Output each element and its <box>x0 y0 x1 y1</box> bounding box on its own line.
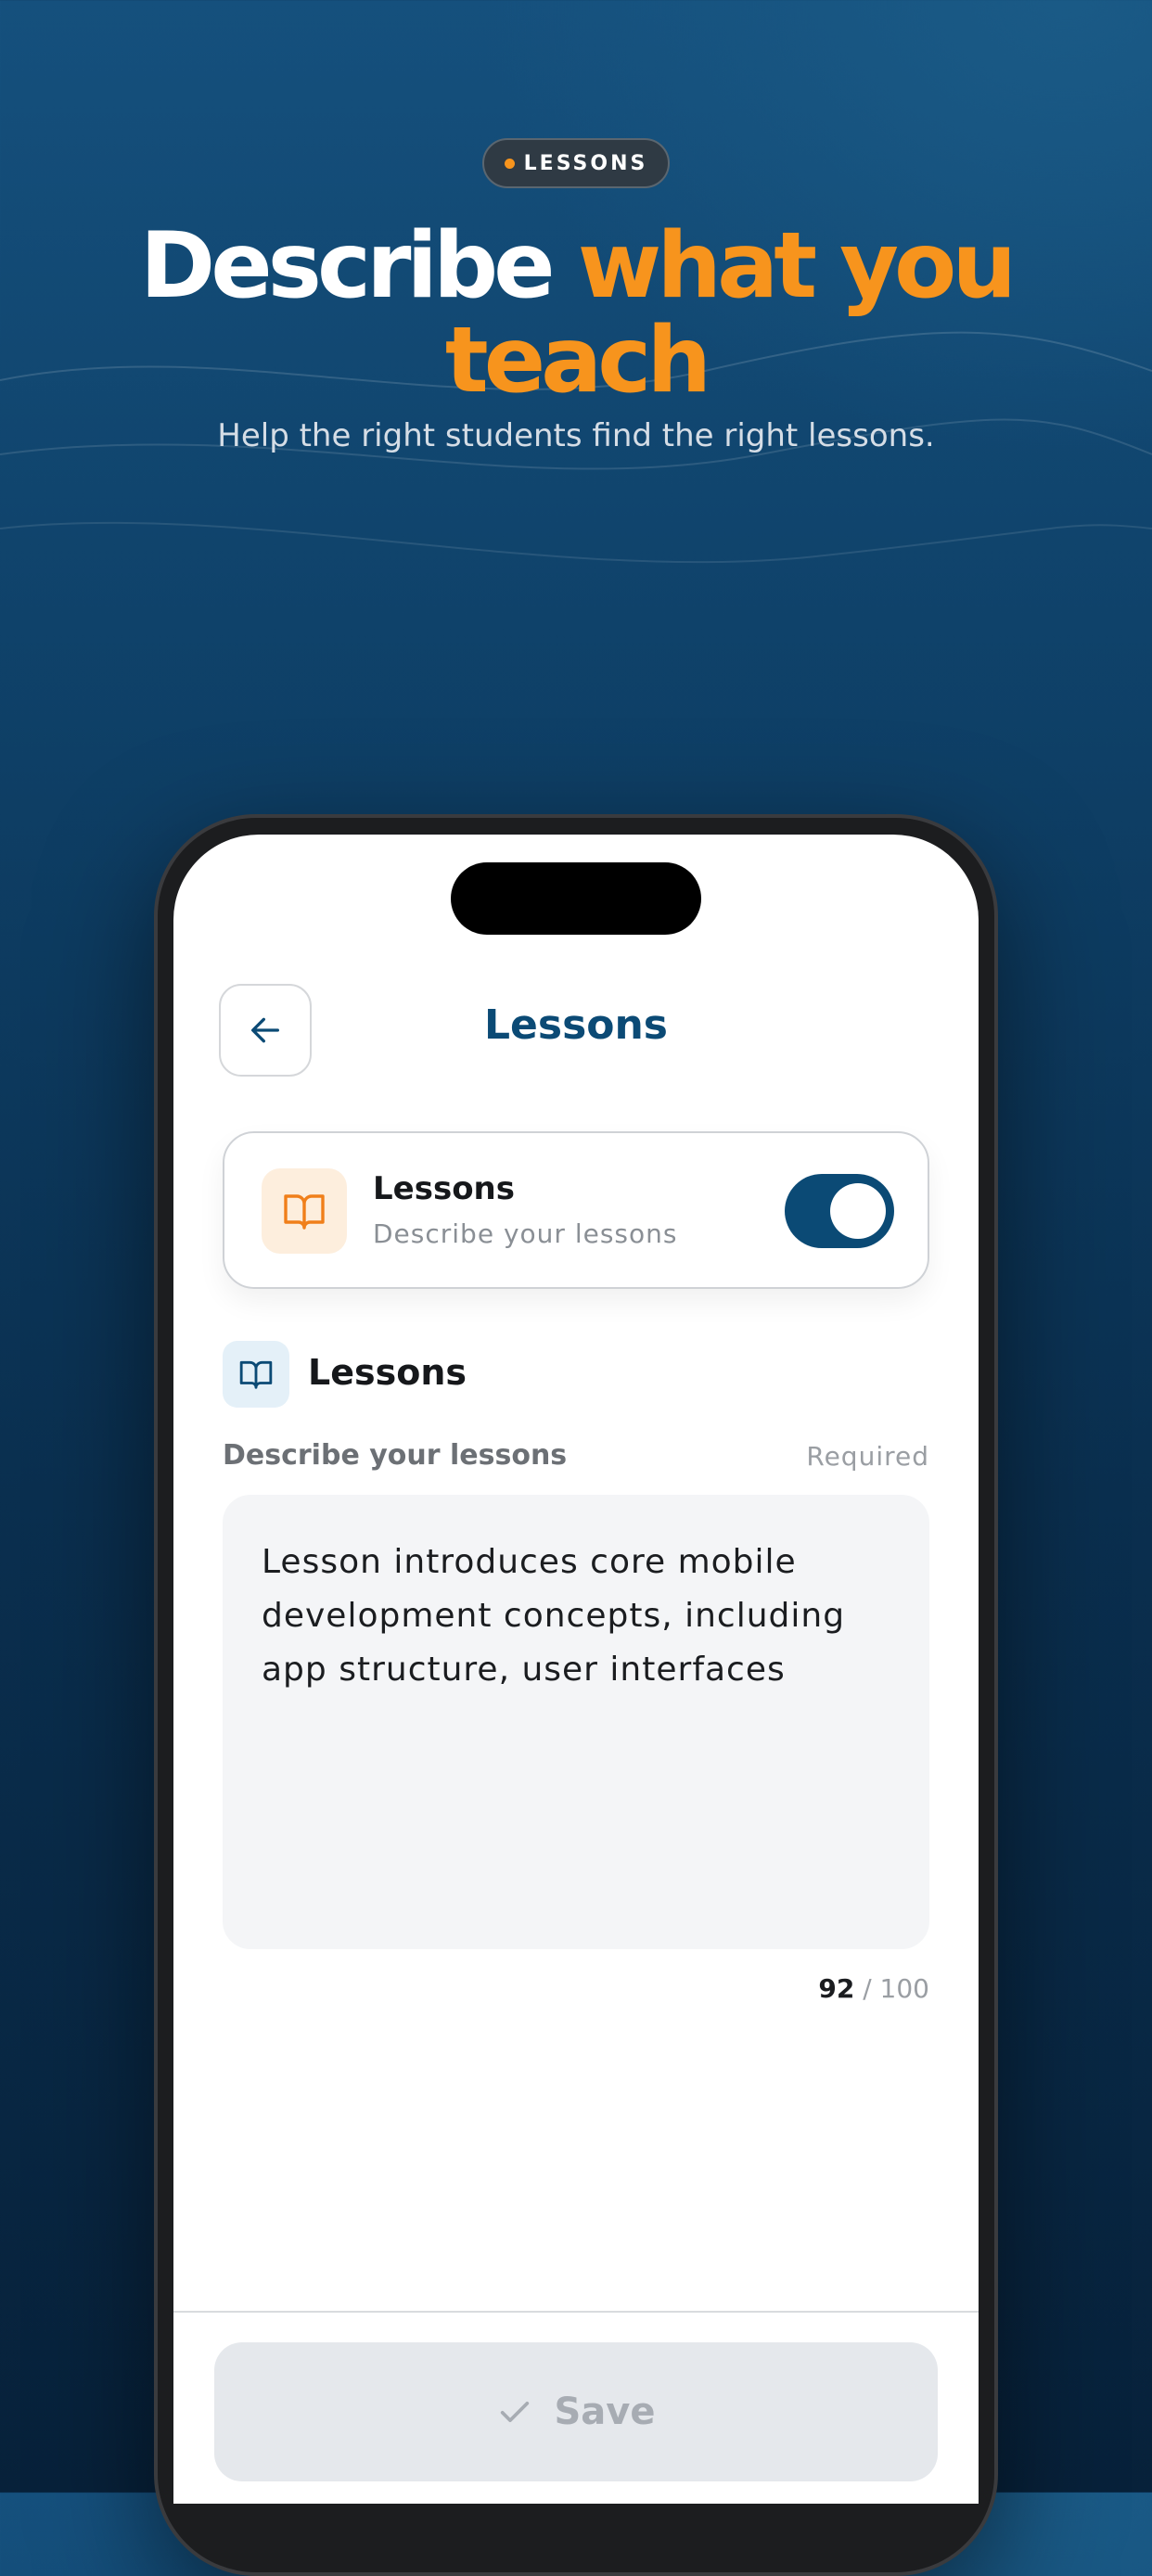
badge-dot <box>504 158 515 169</box>
save-button[interactable]: Save <box>214 2342 938 2481</box>
required-label: Required <box>806 1441 929 1472</box>
hero-title: Describe what you teach <box>0 219 1152 408</box>
lessons-toggle-card: Lessons Describe your lessons <box>223 1131 929 1289</box>
open-book-icon <box>239 1360 273 1389</box>
page-title: Lessons <box>484 1001 668 1049</box>
card-subtitle: Describe your lessons <box>373 1218 678 1249</box>
toggle-knob <box>830 1183 886 1239</box>
footer-divider <box>173 2311 979 2313</box>
section-icon-tile <box>223 1341 289 1408</box>
counter-max: 100 <box>879 1973 929 2004</box>
hero-subtitle: Help the right students find the right l… <box>217 417 935 454</box>
character-counter: 92 / 100 <box>818 1973 929 2004</box>
lessons-toggle-switch[interactable] <box>785 1174 894 1248</box>
save-button-label: Save <box>554 2391 656 2433</box>
dynamic-island <box>451 862 701 935</box>
hero-title-part1: Describe <box>139 213 578 319</box>
check-icon <box>501 2402 530 2422</box>
section-badge: LESSONS <box>482 138 670 188</box>
phone-screen: Lessons Lessons Describe your lessons Le… <box>173 835 979 2504</box>
card-icon-tile <box>262 1168 347 1254</box>
section-title: Lessons <box>308 1352 467 1393</box>
card-title: Lessons <box>373 1170 515 1207</box>
counter-current: 92 <box>818 1973 855 2004</box>
open-book-icon <box>284 1194 325 1230</box>
counter-separator: / <box>854 1973 880 2004</box>
badge-label: LESSONS <box>523 151 648 175</box>
lessons-description-textarea[interactable]: Lesson introduces core mobile developmen… <box>223 1495 929 1949</box>
field-label: Describe your lessons <box>223 1439 568 1472</box>
